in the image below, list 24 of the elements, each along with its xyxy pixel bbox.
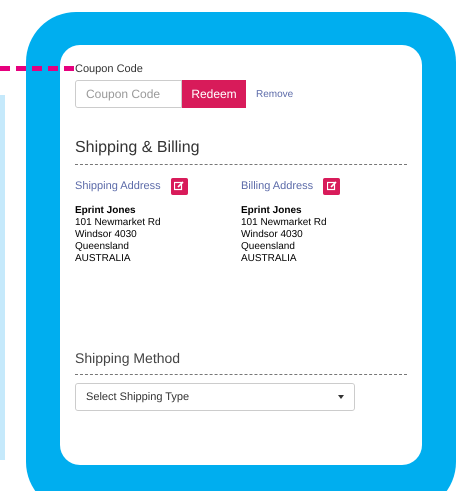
section-heading: Shipping Method	[75, 349, 182, 367]
address-name: Eprint Jones	[75, 205, 137, 217]
redeem-button[interactable]: Redeem	[182, 80, 246, 108]
shipping-type-select[interactable]: Select Shipping Type	[75, 383, 355, 411]
address-line: Queensland	[241, 241, 296, 253]
remove-link[interactable]: Remove	[256, 86, 294, 102]
edit-icon	[174, 181, 184, 191]
coupon-label: Coupon Code	[75, 62, 144, 76]
address-title: Shipping Address	[75, 178, 161, 194]
address-line: Queensland	[75, 241, 130, 253]
address-line: 101 Newmarket Rd	[75, 217, 162, 229]
caret-icon	[338, 395, 344, 399]
address-line: AUSTRALIA	[75, 253, 132, 265]
edit-button[interactable]	[323, 178, 340, 194]
address-name: Eprint Jones	[241, 205, 303, 217]
edit-button[interactable]	[170, 178, 188, 194]
address-line: Windsor 4030	[241, 229, 304, 241]
address-title: Billing Address	[241, 178, 314, 194]
section-heading: Shipping & Billing	[75, 138, 201, 158]
address-line: AUSTRALIA	[241, 253, 298, 265]
coupon-field[interactable]: Coupon Code	[75, 80, 182, 108]
edit-icon	[326, 181, 337, 191]
address-line: Windsor 4030	[75, 229, 138, 241]
address-line: 101 Newmarket Rd	[241, 217, 328, 229]
